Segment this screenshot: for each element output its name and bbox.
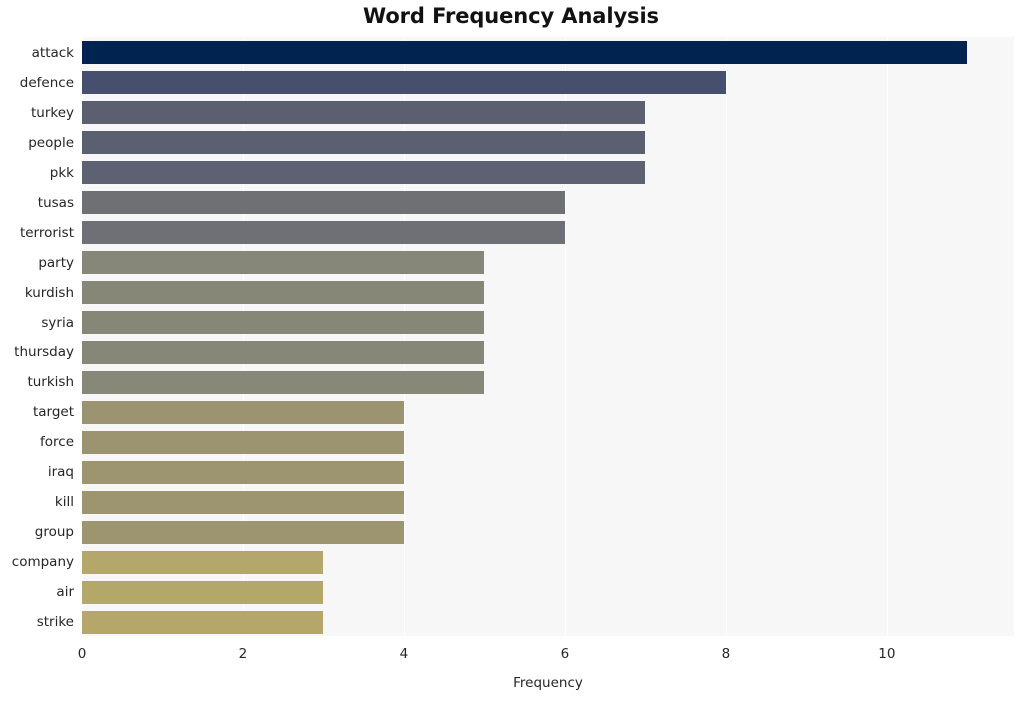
x-axis-tick-labels: 0 2 4 6 8 10 bbox=[78, 646, 1014, 666]
y-axis-tick-label: kurdish bbox=[24, 284, 74, 301]
bar[interactable] bbox=[82, 281, 485, 305]
y-axis-tick-label: pkk bbox=[49, 164, 74, 181]
y-axis-tick-label: iraq bbox=[47, 464, 74, 481]
chart-figure: Word Frequency Analysis attack defence tur… bbox=[0, 0, 1022, 701]
y-axis-tick-label: turkey bbox=[30, 104, 74, 121]
bar[interactable] bbox=[82, 490, 404, 514]
y-axis-tick-label: syria bbox=[41, 314, 74, 331]
bar[interactable] bbox=[82, 550, 324, 574]
x-axis-tick-label: 2 bbox=[238, 646, 248, 662]
y-axis-tick-label: terrorist bbox=[19, 224, 74, 241]
y-axis-tick-label: company bbox=[11, 554, 74, 571]
x-axis-tick-label: 6 bbox=[560, 646, 570, 662]
bar[interactable] bbox=[82, 221, 565, 245]
y-axis-tick-label: turkish bbox=[27, 374, 74, 391]
y-axis-tick-label: strike bbox=[36, 614, 74, 631]
bar[interactable] bbox=[82, 610, 324, 634]
bar[interactable] bbox=[82, 251, 485, 275]
y-axis-tick-label: tusas bbox=[37, 194, 74, 211]
bar[interactable] bbox=[82, 520, 404, 544]
x-axis-tick-label: 4 bbox=[399, 646, 409, 662]
bar[interactable] bbox=[82, 131, 646, 155]
y-axis-tick-label: force bbox=[40, 434, 74, 451]
x-axis-tick-label: 8 bbox=[721, 646, 731, 662]
chart-title: Word Frequency Analysis bbox=[363, 4, 659, 28]
bar[interactable] bbox=[82, 430, 404, 454]
plot-area bbox=[82, 37, 1014, 636]
y-axis-tick-label: people bbox=[28, 134, 74, 151]
bar[interactable] bbox=[82, 340, 485, 364]
bar[interactable] bbox=[82, 580, 324, 604]
y-axis-tick-label: group bbox=[34, 524, 74, 541]
bar[interactable] bbox=[82, 460, 404, 484]
bar[interactable] bbox=[82, 400, 404, 424]
bar[interactable] bbox=[82, 370, 485, 394]
y-axis-tick-label: thursday bbox=[14, 344, 74, 361]
bar[interactable] bbox=[82, 101, 646, 125]
y-axis-tick-label: party bbox=[38, 254, 74, 271]
x-axis-tick-label: 0 bbox=[77, 646, 87, 662]
y-axis-tick-label: attack bbox=[31, 44, 74, 61]
x-axis-title: Frequency bbox=[513, 675, 583, 691]
x-axis-tick-label: 10 bbox=[878, 646, 896, 662]
bar[interactable] bbox=[82, 161, 646, 185]
bars-layer bbox=[82, 37, 1014, 636]
bar[interactable] bbox=[82, 311, 485, 335]
bar[interactable] bbox=[82, 71, 726, 95]
y-axis-tick-labels: attack defence turkey people pkk tusas terrori… bbox=[0, 37, 74, 636]
bar[interactable] bbox=[82, 191, 565, 215]
y-axis-tick-label: target bbox=[32, 404, 74, 421]
y-axis-tick-label: defence bbox=[19, 74, 74, 91]
y-axis-tick-label: air bbox=[56, 584, 74, 601]
y-axis-tick-label: kill bbox=[54, 494, 74, 511]
bar[interactable] bbox=[82, 41, 968, 65]
